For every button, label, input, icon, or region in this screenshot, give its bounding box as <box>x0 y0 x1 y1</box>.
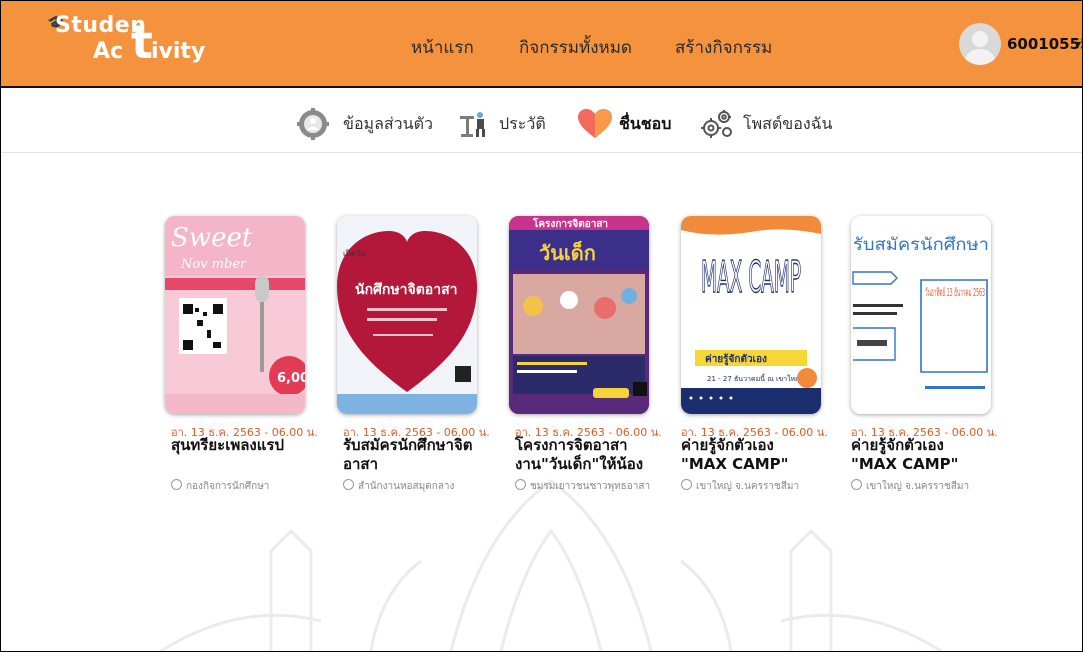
user-id: 60010555 <box>1007 35 1083 53</box>
logo-text-ac: Ac <box>93 39 124 64</box>
svg-text:นักศึกษาจิตอาสา: นักศึกษาจิตอาสา <box>355 281 457 298</box>
svg-text:รับสมัครนักศึกษา: รับสมัครนักศึกษา <box>853 235 989 255</box>
activity-poster[interactable]: Sweet Nov mber 6,00 <box>165 216 305 414</box>
svg-text:เปิดรับ: เปิดรับ <box>343 249 365 258</box>
logo-text-ivity: ivity <box>151 39 206 64</box>
avatar <box>959 23 1001 65</box>
tab-profile[interactable]: ข้อมูลส่วนตัว <box>297 108 467 140</box>
nav-all-activities-link[interactable]: กิจกรรมทั้งหมด <box>519 34 632 61</box>
top-navbar: 🎓 Studen t Ac ivity หน้าแรก กิจกรรมทั้งห… <box>1 1 1082 88</box>
logo-text-t: t <box>131 15 153 69</box>
student-activity-logo[interactable]: 🎓 Studen t Ac ivity <box>47 13 217 73</box>
svg-text:วันเด็ก: วันเด็ก <box>539 240 596 265</box>
activity-card[interactable]: นักศึกษาจิตอาสา เปิดรับ อา. 13 ธ.ค. 2563… <box>337 216 490 492</box>
activity-poster[interactable]: นักศึกษาจิตอาสา เปิดรับ <box>337 216 477 414</box>
activity-poster[interactable]: โครงการจิตอาสา วันเด็ก <box>509 216 649 414</box>
activity-title: ค่ายรู้จักตัวเอง "MAX CAMP" <box>681 436 789 473</box>
user-menu[interactable]: 60010555 ▾ <box>959 23 1082 67</box>
nav-create-activity-link[interactable]: สร้างกิจกรรม <box>675 34 772 61</box>
poster-image: รับสมัครนักศึกษา วันอาทิตย์ 13 ธันวาคม 2… <box>851 216 991 414</box>
activity-card[interactable]: รับสมัครนักศึกษา วันอาทิตย์ 13 ธันวาคม 2… <box>851 216 998 492</box>
profile-gear-icon <box>297 108 329 140</box>
tab-profile-label: ข้อมูลส่วนตัว <box>343 114 433 133</box>
activity-title: สุนทรียะเพลงแรป <box>171 436 284 454</box>
profile-tabs: ข้อมูลส่วนตัว ประวัติ ชื่นชอบ โพสต์ของฉั… <box>1 88 1082 153</box>
heart-icon <box>578 109 612 138</box>
tab-history-label: ประวัติ <box>499 114 546 133</box>
poster-image: MAX CAMP ค่ายรู้จักตัวเอง 21 - 27 ธันวาค… <box>681 216 821 414</box>
svg-text:6,00: 6,00 <box>277 371 305 386</box>
tab-my-posts-label: โพสต์ของฉัน <box>743 114 833 133</box>
poster-image: Sweet Nov mber 6,00 <box>165 216 305 414</box>
activity-poster[interactable]: รับสมัครนักศึกษา วันอาทิตย์ 13 ธันวาคม 2… <box>851 216 991 414</box>
activity-title: รับสมัครนักศึกษาจิตอาสา <box>343 436 473 473</box>
activity-poster[interactable]: MAX CAMP ค่ายรู้จักตัวเอง 21 - 27 ธันวาค… <box>681 216 821 414</box>
history-icon <box>460 112 485 137</box>
svg-text:วันอาทิตย์ 13 ธันวาคม 2563: วันอาทิตย์ 13 ธันวาคม 2563 <box>925 286 985 299</box>
poster-image: นักศึกษาจิตอาสา เปิดรับ <box>337 216 477 414</box>
svg-text:โครงการจิตอาสา: โครงการจิตอาสา <box>532 217 608 230</box>
university-watermark-icon <box>160 479 942 651</box>
tab-my-posts[interactable]: โพสต์ของฉัน <box>699 108 859 138</box>
activity-title: ค่ายรู้จักตัวเอง "MAX CAMP" <box>851 436 959 473</box>
app-window: 🎓 Studen t Ac ivity หน้าแรก กิจกรรมทั้งห… <box>0 0 1083 652</box>
svg-text:ค่ายรู้จักตัวเอง: ค่ายรู้จักตัวเอง <box>705 353 767 366</box>
activity-title: โครงการจิตอาสางาน"วันเด็ก"ให้น้อง <box>515 436 644 473</box>
poster-image: โครงการจิตอาสา วันเด็ก <box>509 216 649 414</box>
tab-favorites[interactable]: ชื่นชอบ <box>577 108 687 138</box>
svg-text:MAX CAMP: MAX CAMP <box>701 252 801 303</box>
tab-history[interactable]: ประวัติ <box>457 108 567 138</box>
svg-text:Nov mber: Nov mber <box>180 257 247 272</box>
svg-text:Sweet: Sweet <box>171 223 253 253</box>
activity-card[interactable]: Sweet Nov mber 6,00 อา. 13 ธ.ค. 2563 - 0… <box>165 216 318 492</box>
chevron-down-icon[interactable]: ▾ <box>1075 37 1081 51</box>
gears-icon <box>701 110 732 138</box>
tab-favorites-label: ชื่นชอบ <box>619 114 672 133</box>
nav-home-link[interactable]: หน้าแรก <box>411 34 474 61</box>
activity-card[interactable]: MAX CAMP ค่ายรู้จักตัวเอง 21 - 27 ธันวาค… <box>681 216 828 492</box>
activity-card[interactable]: โครงการจิตอาสา วันเด็ก อา. 13 ธ.ค. 2563 … <box>509 216 662 492</box>
